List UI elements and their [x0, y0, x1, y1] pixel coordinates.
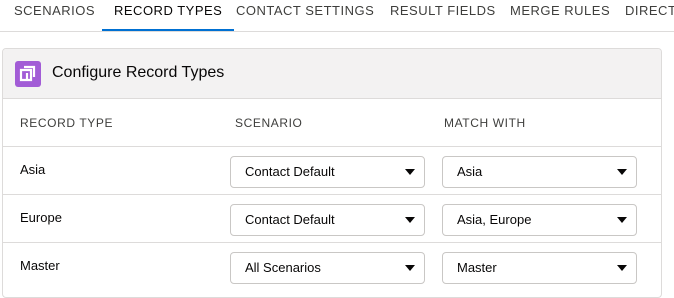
tab-record-types[interactable]: RECORD TYPES	[101, 0, 235, 31]
scenario-select-value: Contact Default	[245, 164, 335, 179]
tab-direct[interactable]: DIRECT	[625, 0, 674, 31]
scenario-select[interactable]: Contact Default	[230, 156, 425, 188]
caret-down-icon	[617, 217, 627, 223]
caret-down-icon	[405, 169, 415, 175]
match-with-select[interactable]: Asia, Europe	[442, 204, 637, 236]
caret-down-icon	[617, 169, 627, 175]
tab-result-fields[interactable]: RESULT FIELDS	[390, 0, 496, 31]
column-header-record-type: RECORD TYPE	[20, 116, 114, 130]
scenario-select[interactable]: All Scenarios	[230, 252, 425, 284]
tab-bar: SCENARIOS RECORD TYPES CONTACT SETTINGS …	[0, 0, 674, 32]
record-types-card: Configure Record Types RECORD TYPE SCENA…	[2, 48, 662, 298]
table-row: Master All Scenarios Master	[3, 242, 661, 290]
tab-scenarios[interactable]: SCENARIOS	[14, 0, 95, 31]
table-row: Europe Contact Default Asia, Europe	[3, 194, 661, 242]
card-header: Configure Record Types	[3, 49, 661, 99]
card-title: Configure Record Types	[52, 64, 225, 81]
record-type-label: Asia	[20, 162, 46, 177]
record-types-icon	[15, 61, 41, 87]
record-type-label: Europe	[20, 210, 62, 225]
tab-merge-rules[interactable]: MERGE RULES	[510, 0, 610, 31]
match-with-select-value: Asia	[457, 164, 483, 179]
scenario-select-value: Contact Default	[245, 212, 335, 227]
tab-contact-settings[interactable]: CONTACT SETTINGS	[236, 0, 374, 31]
caret-down-icon	[405, 217, 415, 223]
column-header-match-with: MATCH WITH	[444, 116, 526, 130]
scenario-select[interactable]: Contact Default	[230, 204, 425, 236]
match-with-select-value: Asia, Europe	[457, 212, 532, 227]
caret-down-icon	[617, 265, 627, 271]
record-type-label: Master	[20, 258, 60, 273]
match-with-select[interactable]: Asia	[442, 156, 637, 188]
table-row: Asia Contact Default Asia	[3, 146, 661, 194]
caret-down-icon	[405, 265, 415, 271]
match-with-select-value: Master	[457, 260, 497, 275]
column-header-scenario: SCENARIO	[235, 116, 303, 130]
match-with-select[interactable]: Master	[442, 252, 637, 284]
scenario-select-value: All Scenarios	[245, 260, 321, 275]
